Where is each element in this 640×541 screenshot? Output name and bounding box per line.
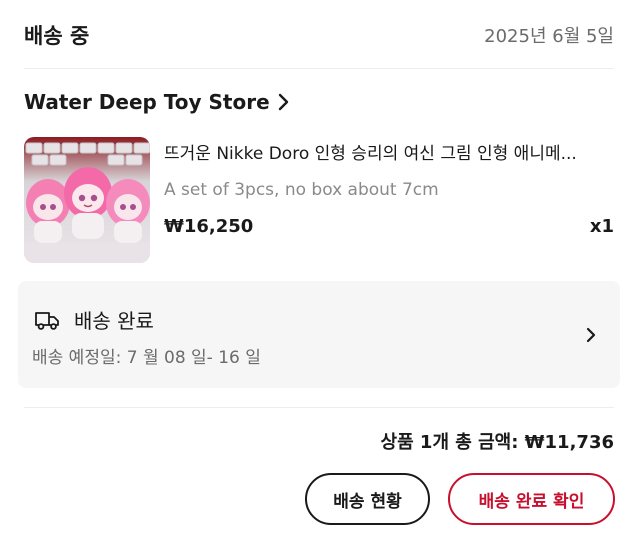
store-link[interactable]: Water Deep Toy Store (24, 90, 292, 114)
order-total: 상품 1개 총 금액: ₩11,736 (380, 432, 614, 453)
order-status-title: 배송 중 (24, 24, 90, 48)
truck-icon (35, 311, 59, 330)
product-thumbnail[interactable] (24, 137, 150, 263)
chevron-right-icon (586, 327, 596, 343)
delivery-estimate: 배송 예정일: 7 월 08 일- 16 일 (32, 348, 261, 368)
delivery-tracking-button[interactable]: 배송 현황 (305, 473, 430, 525)
product-variant: A set of 3pcs, no box about 7cm (164, 180, 439, 200)
divider (24, 68, 614, 69)
divider (24, 407, 614, 408)
product-item[interactable]: 뜨거운 Nikke Doro 인형 승리의 여신 그림 인형 애니메... A … (24, 137, 614, 263)
confirm-delivery-button[interactable]: 배송 완료 확인 (448, 473, 615, 525)
pink-doll-figures-image (24, 137, 150, 263)
product-price: ₩16,250 (164, 216, 254, 237)
chevron-right-icon (278, 93, 288, 111)
delivery-status: 배송 완료 (74, 309, 154, 333)
product-quantity: x1 (589, 216, 614, 237)
product-info: 뜨거운 Nikke Doro 인형 승리의 여신 그림 인형 애니메... A … (164, 137, 614, 263)
delivery-status-line: 배송 완료 (34, 305, 154, 334)
delivery-status-card[interactable]: 배송 완료 배송 예정일: 7 월 08 일- 16 일 (18, 281, 620, 388)
price-line: ₩16,250 x1 (164, 216, 614, 237)
order-date: 2025년 6월 5일 (484, 26, 614, 47)
store-name: Water Deep Toy Store (24, 90, 270, 114)
product-title[interactable]: 뜨거운 Nikke Doro 인형 승리의 여신 그림 인형 애니메... (164, 143, 614, 165)
order-header: 배송 중 2025년 6월 5일 (24, 18, 614, 52)
